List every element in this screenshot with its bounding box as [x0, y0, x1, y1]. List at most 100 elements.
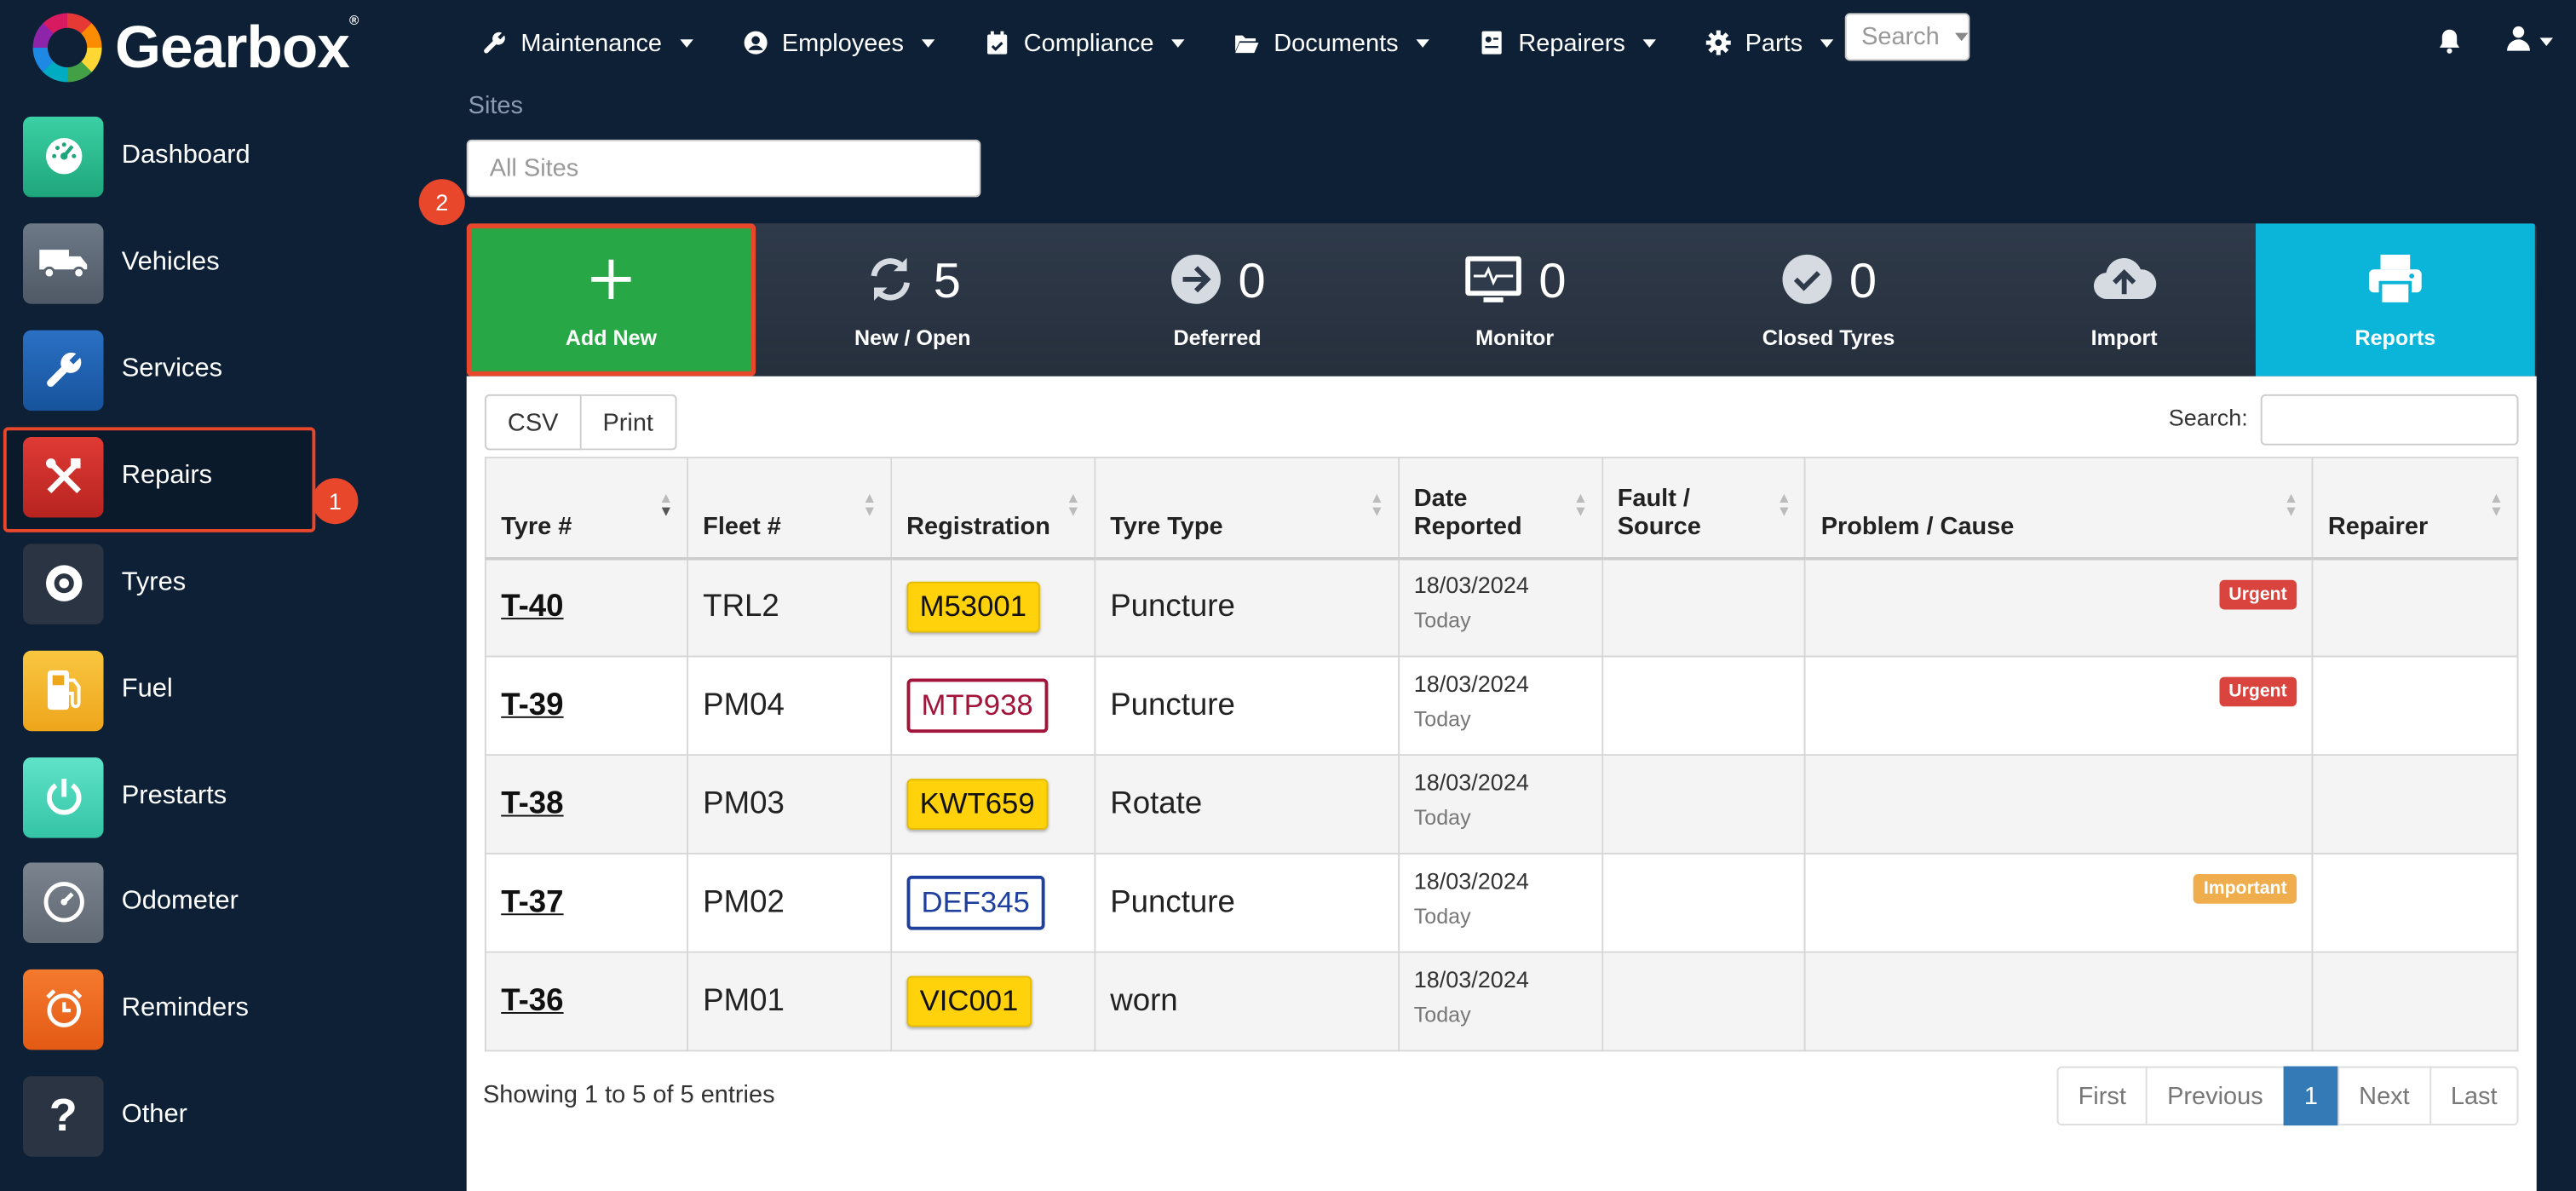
monitor-icon — [1463, 254, 1522, 311]
fault-source-cell — [1601, 555, 1807, 658]
column-header-fault-source[interactable]: Fault / Source ▲ ▼ — [1601, 457, 1807, 559]
sidebar-item-label: Prestarts — [121, 781, 227, 810]
nav-documents[interactable]: Documents — [1234, 23, 1430, 62]
pagination-last[interactable]: Last — [2429, 1066, 2519, 1126]
table-row[interactable]: T-37 PM02 DEF345 Puncture 18/03/2024 Toda… — [484, 852, 2519, 953]
column-header-date-reported[interactable]: Date Reported ▲ ▼ — [1397, 457, 1603, 559]
arrow-right-circle-icon — [1169, 252, 1222, 313]
gearbox-logo-icon — [32, 13, 102, 83]
date-relative: Today — [1413, 1002, 1471, 1027]
table-search-label: Search: — [2168, 404, 2248, 431]
sidebar-item-fuel[interactable]: Fuel — [22, 649, 401, 731]
tyre-link[interactable]: T-40 — [501, 590, 563, 624]
gear-icon — [1705, 30, 1732, 56]
tyre-link[interactable]: T-36 — [501, 983, 563, 1018]
date-reported: 18/03/2024 — [1413, 867, 1529, 895]
add-new-button[interactable]: Add New — [466, 223, 756, 377]
fleet-cell: PM02 — [686, 852, 892, 953]
sidebar-item-other[interactable]: ? Other — [22, 1074, 401, 1156]
sidebar-item-services[interactable]: Services — [22, 329, 401, 411]
fleet-cell: PM04 — [686, 655, 892, 757]
column-header-tyre[interactable]: Tyre # ▲ ▼ — [484, 457, 688, 559]
reports-tile[interactable]: Reports — [2255, 223, 2535, 377]
global-search-dropdown[interactable]: Search — [1844, 13, 1970, 61]
date-reported: 18/03/2024 — [1413, 572, 1529, 599]
table-search-input[interactable] — [2260, 394, 2519, 446]
repairer-cell — [2311, 951, 2519, 1052]
sort-desc-icon: ▲ ▼ — [658, 489, 674, 520]
column-header-tyre-type[interactable]: Tyre Type ▲ ▼ — [1093, 457, 1400, 559]
tyre-link[interactable]: T-39 — [501, 688, 563, 722]
table-row[interactable]: T-39 PM04 MTP938 Puncture 18/03/2024 Toda… — [484, 655, 2519, 757]
table-row[interactable]: T-40 TRL2 M53001 Puncture 18/03/2024 Toda… — [484, 555, 2519, 658]
nav-employees[interactable]: Employees — [743, 23, 935, 62]
app-frame: Gearbox® Maintenance Employees Complianc… — [0, 0, 2576, 1191]
pagination-first[interactable]: First — [2056, 1066, 2148, 1126]
alarm-clock-icon — [22, 968, 104, 1050]
registration-plate: DEF345 — [906, 875, 1045, 930]
pagination-previous[interactable]: Previous — [2146, 1066, 2285, 1126]
pagination-next[interactable]: Next — [2337, 1066, 2431, 1126]
column-header-fleet[interactable]: Fleet # ▲ ▼ — [686, 457, 892, 559]
sort-icon: ▲ ▼ — [2283, 489, 2299, 520]
sidebar-item-label: Fuel — [121, 675, 173, 704]
tyre-type-cell: Rotate — [1093, 754, 1400, 854]
date-relative: Today — [1413, 608, 1471, 633]
sidebar-item-label: Reminders — [121, 993, 249, 1022]
brand-logo[interactable]: Gearbox® — [32, 13, 359, 83]
problem-cause-cell — [1804, 951, 2314, 1052]
plus-icon — [586, 254, 635, 311]
sidebar-item-vehicles[interactable]: Vehicles — [22, 222, 401, 303]
nav-repairers[interactable]: Repairers — [1479, 23, 1657, 62]
column-header-problem-cause[interactable]: Problem / Cause ▲ ▼ — [1804, 457, 2314, 559]
tyre-link[interactable]: T-37 — [501, 885, 563, 920]
sidebar-item-repairs[interactable]: Repairs — [22, 435, 401, 517]
sidebar-item-prestarts[interactable]: Prestarts — [22, 756, 401, 837]
sidebar-item-tyres[interactable]: Tyres — [22, 542, 401, 624]
sort-icon: ▲ ▼ — [1066, 489, 1081, 520]
priority-badge: Urgent — [2218, 578, 2297, 609]
new-open-tile[interactable]: 5 New / Open — [756, 223, 1069, 376]
chevron-down-icon — [922, 38, 935, 47]
date-reported: 18/03/2024 — [1413, 670, 1529, 697]
nav-maintenance[interactable]: Maintenance — [481, 23, 693, 62]
sites-select[interactable]: All Sites — [466, 139, 981, 198]
tyre-link[interactable]: T-38 — [501, 786, 563, 821]
brand-name: Gearbox — [114, 13, 350, 81]
table-row[interactable]: T-38 PM03 KWT659 Rotate 18/03/2024 Today — [484, 754, 2519, 854]
date-relative: Today — [1413, 804, 1471, 830]
export-buttons: CSV Print — [484, 394, 676, 451]
fault-source-cell — [1601, 951, 1807, 1052]
fault-source-cell — [1601, 852, 1807, 953]
calendar-check-icon — [984, 30, 1010, 56]
user-menu[interactable] — [2505, 25, 2553, 56]
monitor-tile[interactable]: 0 Monitor — [1366, 223, 1665, 376]
stats-bar: Add New 5 New / Open 0 Deferred 0 Monito… — [466, 223, 2537, 377]
closed-tyres-tile[interactable]: 0 Closed Tyres — [1665, 223, 1993, 376]
fault-source-cell — [1601, 754, 1807, 854]
tyre-type-cell: Puncture — [1093, 555, 1400, 658]
problem-cause-cell — [1804, 754, 2314, 854]
sidebar-item-dashboard[interactable]: Dashboard — [22, 115, 401, 197]
nav-compliance[interactable]: Compliance — [984, 23, 1186, 62]
chevron-down-icon — [1171, 38, 1186, 47]
column-header-registration[interactable]: Registration ▲ ▼ — [889, 457, 1095, 559]
registration-plate: M53001 — [906, 582, 1040, 633]
sort-icon: ▲ ▼ — [2488, 489, 2504, 520]
sites-label: Sites — [468, 91, 523, 120]
csv-button[interactable]: CSV — [484, 394, 582, 451]
deferred-tile[interactable]: 0 Deferred — [1069, 223, 1365, 376]
pagination-page-1[interactable]: 1 — [2282, 1066, 2340, 1126]
chevron-down-icon — [2539, 37, 2553, 46]
nav-parts[interactable]: Parts — [1705, 23, 1834, 62]
column-header-repairer[interactable]: Repairer ▲ ▼ — [2311, 457, 2519, 559]
repairer-cell — [2311, 555, 2519, 658]
date-relative: Today — [1413, 706, 1471, 732]
bell-icon[interactable] — [2436, 28, 2463, 55]
import-tile[interactable]: Import — [1992, 223, 2256, 376]
print-button[interactable]: Print — [581, 394, 676, 451]
sidebar-item-odometer[interactable]: Odometer — [22, 861, 401, 943]
table-row[interactable]: T-36 PM01 VIC001 worn 18/03/2024 Today — [484, 951, 2519, 1052]
gauge-icon — [22, 115, 104, 197]
sidebar-item-reminders[interactable]: Reminders — [22, 968, 401, 1050]
